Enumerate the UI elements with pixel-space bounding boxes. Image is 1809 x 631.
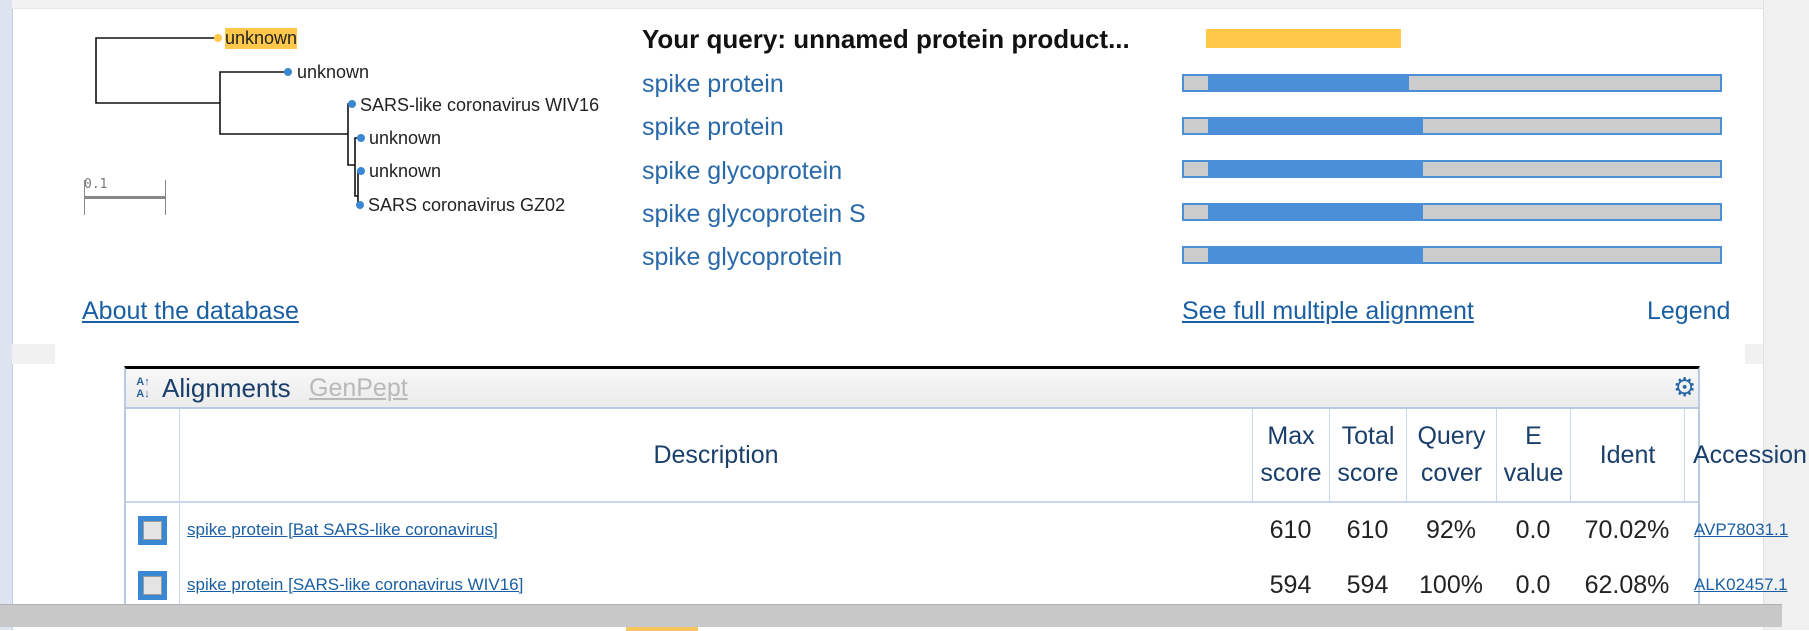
row-query-cover: 92% [1425,516,1477,544]
gear-icon[interactable]: ⚙ [1673,374,1696,400]
row-description-link[interactable]: spike protein [SARS-like coronavirus WIV… [187,575,523,595]
query-title: Your query: unnamed protein product... [642,24,1130,54]
column-max-score[interactable]: Max score [1252,409,1329,501]
hit-coverage-bar[interactable] [1182,117,1722,135]
row-max-score: 594 [1269,571,1312,599]
tree-leaf-label[interactable]: SARS coronavirus GZ02 [368,195,565,216]
row-total-score: 610 [1346,516,1389,544]
column-total-score[interactable]: Total score [1329,409,1406,501]
row-e-value: 0.0 [1515,571,1551,599]
row-query-cover: 100% [1419,571,1483,599]
tree-leaf-label[interactable]: unknown [369,161,441,182]
row-max-score: 610 [1269,516,1312,544]
hit-aligned-segment [1208,76,1410,90]
column-accession-label: Accession [1693,440,1807,469]
column-ident[interactable]: Ident [1570,409,1684,501]
hit-coverage-bar[interactable] [1182,203,1722,221]
phylogenetic-tree: unknown unknown SARS-like coronavirus WI… [0,0,640,230]
row-description-link[interactable]: spike protein [Bat SARS-like coronavirus… [187,520,498,540]
tree-leaf-label[interactable]: SARS-like coronavirus WIV16 [360,95,599,116]
select-column-header [126,409,179,501]
column-query-cover[interactable]: Query cover [1406,409,1496,501]
row-select-checkbox[interactable] [138,571,167,600]
column-description[interactable]: Description [179,409,1252,501]
row-accession-link[interactable]: AVP78031.1 [1694,520,1788,540]
table-header: Description Max score Total score Query … [126,409,1807,503]
query-bar [1206,29,1401,48]
alignments-title: Alignments [162,373,291,403]
hit-name-link[interactable]: spike glycoprotein [642,243,842,272]
column-e-value[interactable]: E value [1496,409,1570,501]
row-select-checkbox[interactable] [138,516,167,545]
tree-leaf-label[interactable]: unknown [369,128,441,149]
hit-aligned-segment [1208,205,1423,219]
horizontal-scrollbar[interactable] [0,604,1782,631]
hit-name-link[interactable]: spike protein [642,113,784,142]
genpept-tab[interactable]: GenPept [309,374,408,403]
row-ident: 62.08% [1584,571,1670,599]
legend-link[interactable]: Legend [1647,297,1730,326]
hit-name-link[interactable]: spike protein [642,70,784,99]
section-divider [12,344,1763,364]
about-database-link[interactable]: About the database [82,297,299,326]
tree-leaf-label[interactable]: unknown [225,28,298,49]
hit-name-link[interactable]: spike glycoprotein [642,157,842,186]
scale-bar [84,196,166,199]
row-ident: 70.02% [1584,516,1670,544]
alignments-panel: A↑ A↓ Alignments GenPept ⚙ Description Ma… [124,366,1807,609]
hit-aligned-segment [1208,162,1423,176]
hit-coverage-bar[interactable] [1182,246,1722,264]
hit-name-link[interactable]: spike glycoprotein S [642,200,866,229]
hit-aligned-segment [1208,119,1423,133]
row-accession-link[interactable]: ALK02457.1 [1694,575,1788,595]
hit-coverage-bar[interactable] [1182,160,1722,178]
tree-leaf-label[interactable]: unknown [297,62,369,83]
hit-aligned-segment [1208,248,1423,262]
scrollbar-marker [626,627,698,631]
row-total-score: 594 [1346,571,1389,599]
row-e-value: 0.0 [1515,516,1551,544]
column-accession[interactable]: Accession [1684,409,1807,501]
hit-coverage-bar[interactable] [1182,74,1722,92]
alignments-header: A↑ A↓ Alignments GenPept ⚙ [126,369,1698,409]
full-alignment-link[interactable]: See full multiple alignment [1182,297,1474,326]
sort-az-icon[interactable]: A↑ A↓ [135,376,151,402]
table-row: spike protein [Bat SARS-like coronavirus… [126,506,1788,558]
